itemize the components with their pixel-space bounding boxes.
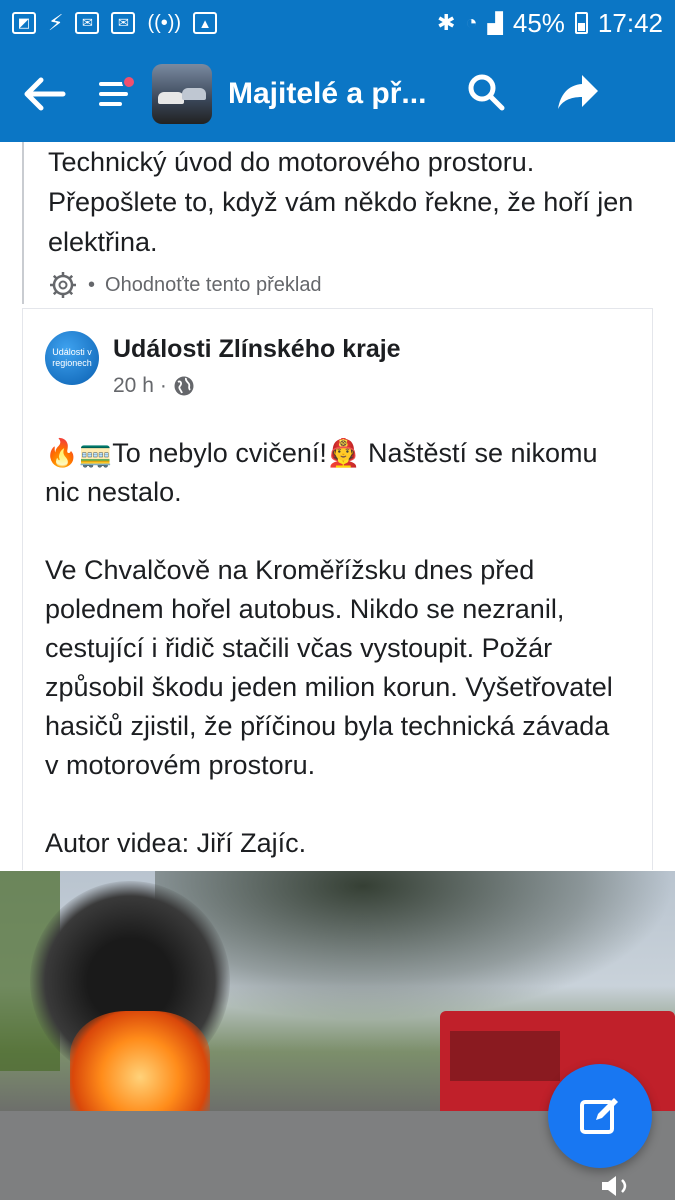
previous-post: Technický úvod do motorového prostoru. P… (22, 142, 653, 304)
mail-icon: ✉ (111, 12, 136, 34)
burning-bus (70, 1011, 210, 1121)
car-shape (158, 92, 184, 104)
wifi-broadcast-icon: ((•)) (147, 11, 182, 34)
square-icon: ◩ (12, 12, 36, 34)
car-shape (182, 88, 206, 100)
search-button[interactable] (466, 72, 506, 117)
separator-dot: • (88, 273, 96, 296)
clock: 17:42 (597, 7, 663, 38)
post-paragraph: 🔥🚃To nebylo cvičení!🧑‍🚒 Naštěstí se niko… (45, 438, 598, 507)
bluetooth-icon: ✱ (436, 10, 456, 35)
volume-icon[interactable] (598, 1172, 638, 1200)
compose-button[interactable] (548, 1064, 652, 1168)
status-left-icons: ◩ ⚡ ✉ ✉ ((•)) ▲ (12, 10, 218, 36)
post-paragraph: Autor videa: Jiří Zajíc. (45, 828, 307, 858)
previous-post-text: Technický úvod do motorového prostoru. P… (48, 147, 634, 257)
signal-arrow-icon: ⚡ (48, 10, 64, 35)
post-body: 🔥🚃To nebylo cvičení!🧑‍🚒 Naštěstí se niko… (45, 434, 630, 863)
post-header: Události v regionech Události Zlínského … (45, 331, 630, 398)
post-time[interactable]: 20 h (113, 374, 154, 398)
battery-icon (574, 12, 588, 34)
share-icon (558, 74, 598, 109)
gear-icon (50, 272, 76, 298)
page-avatar[interactable]: Události v regionech (45, 331, 99, 385)
feed-content: Technický úvod do motorového prostoru. P… (0, 142, 675, 870)
separator-dot: · (159, 374, 167, 397)
post-paragraph: Ve Chvalčově na Kroměřížsku dnes před po… (45, 555, 613, 780)
search-icon (468, 74, 505, 110)
rate-translation-row[interactable]: • Ohodnoťte tento překlad (48, 270, 653, 300)
back-button[interactable] (0, 76, 90, 112)
globe-icon (174, 376, 194, 396)
share-button[interactable] (556, 73, 600, 116)
status-bar: ◩ ⚡ ✉ ✉ ((•)) ▲ ✱ ◔ ▟ 45% 17:42 (0, 0, 675, 46)
page-name[interactable]: Události Zlínského kraje (113, 335, 401, 364)
rate-translation-link[interactable]: Ohodnoťte tento překlad (105, 274, 322, 297)
cell-signal-icon: ▟ (487, 12, 503, 35)
notification-dot (122, 75, 136, 89)
menu-button[interactable] (90, 75, 140, 109)
edit-icon (580, 1098, 618, 1134)
back-arrow-icon (24, 77, 66, 111)
wifi-icon: ◔ (465, 11, 478, 34)
app-bar: Majitelé a př... (0, 46, 675, 142)
post-meta: Události Zlínského kraje 20 h · (113, 331, 401, 398)
group-title[interactable]: Majitelé a př... (228, 77, 438, 111)
avatar-label: Události v regionech (52, 347, 92, 368)
shared-post-card: Události v regionech Události Zlínského … (22, 308, 653, 870)
image-icon: ▲ (193, 12, 218, 34)
group-avatar[interactable] (152, 64, 212, 124)
pine-branches (155, 871, 675, 1021)
post-time-row: 20 h · (113, 374, 401, 398)
mail-icon: ✉ (75, 12, 100, 34)
battery-text: 45% (512, 7, 565, 38)
status-right-icons: ✱ ◔ ▟ 45% 17:42 (437, 8, 663, 39)
